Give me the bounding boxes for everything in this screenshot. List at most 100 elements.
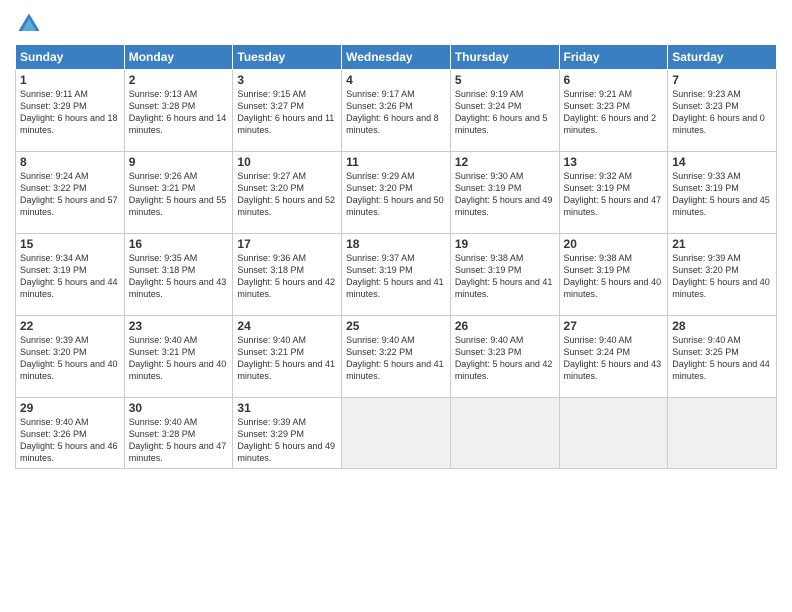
calendar-day-cell: 4Sunrise: 9:17 AM Sunset: 3:26 PM Daylig… (342, 70, 451, 152)
day-number: 14 (672, 155, 772, 169)
calendar-day-cell: 24Sunrise: 9:40 AM Sunset: 3:21 PM Dayli… (233, 316, 342, 398)
calendar-day-cell: 5Sunrise: 9:19 AM Sunset: 3:24 PM Daylig… (450, 70, 559, 152)
day-info: Sunrise: 9:40 AM Sunset: 3:21 PM Dayligh… (129, 334, 229, 383)
day-info: Sunrise: 9:37 AM Sunset: 3:19 PM Dayligh… (346, 252, 446, 301)
day-number: 22 (20, 319, 120, 333)
calendar-day-cell: 1Sunrise: 9:11 AM Sunset: 3:29 PM Daylig… (16, 70, 125, 152)
calendar-day-cell: 2Sunrise: 9:13 AM Sunset: 3:28 PM Daylig… (124, 70, 233, 152)
calendar-day-cell (342, 398, 451, 469)
calendar-day-cell: 30Sunrise: 9:40 AM Sunset: 3:28 PM Dayli… (124, 398, 233, 469)
day-number: 11 (346, 155, 446, 169)
day-info: Sunrise: 9:34 AM Sunset: 3:19 PM Dayligh… (20, 252, 120, 301)
header (15, 10, 777, 38)
day-info: Sunrise: 9:13 AM Sunset: 3:28 PM Dayligh… (129, 88, 229, 137)
day-info: Sunrise: 9:36 AM Sunset: 3:18 PM Dayligh… (237, 252, 337, 301)
day-info: Sunrise: 9:40 AM Sunset: 3:28 PM Dayligh… (129, 416, 229, 465)
calendar-header-row: SundayMondayTuesdayWednesdayThursdayFrid… (16, 45, 777, 70)
day-number: 31 (237, 401, 337, 415)
calendar-week-row: 29Sunrise: 9:40 AM Sunset: 3:26 PM Dayli… (16, 398, 777, 469)
day-number: 2 (129, 73, 229, 87)
day-number: 24 (237, 319, 337, 333)
day-info: Sunrise: 9:33 AM Sunset: 3:19 PM Dayligh… (672, 170, 772, 219)
day-info: Sunrise: 9:40 AM Sunset: 3:25 PM Dayligh… (672, 334, 772, 383)
calendar-day-cell: 14Sunrise: 9:33 AM Sunset: 3:19 PM Dayli… (668, 152, 777, 234)
day-number: 16 (129, 237, 229, 251)
calendar-header-thursday: Thursday (450, 45, 559, 70)
day-info: Sunrise: 9:19 AM Sunset: 3:24 PM Dayligh… (455, 88, 555, 137)
day-info: Sunrise: 9:38 AM Sunset: 3:19 PM Dayligh… (564, 252, 664, 301)
day-number: 12 (455, 155, 555, 169)
day-number: 19 (455, 237, 555, 251)
day-info: Sunrise: 9:11 AM Sunset: 3:29 PM Dayligh… (20, 88, 120, 137)
calendar-day-cell: 18Sunrise: 9:37 AM Sunset: 3:19 PM Dayli… (342, 234, 451, 316)
calendar-day-cell: 25Sunrise: 9:40 AM Sunset: 3:22 PM Dayli… (342, 316, 451, 398)
calendar-day-cell: 9Sunrise: 9:26 AM Sunset: 3:21 PM Daylig… (124, 152, 233, 234)
calendar-day-cell: 21Sunrise: 9:39 AM Sunset: 3:20 PM Dayli… (668, 234, 777, 316)
calendar-day-cell: 31Sunrise: 9:39 AM Sunset: 3:29 PM Dayli… (233, 398, 342, 469)
calendar-day-cell: 11Sunrise: 9:29 AM Sunset: 3:20 PM Dayli… (342, 152, 451, 234)
day-info: Sunrise: 9:23 AM Sunset: 3:23 PM Dayligh… (672, 88, 772, 137)
day-info: Sunrise: 9:40 AM Sunset: 3:24 PM Dayligh… (564, 334, 664, 383)
calendar-day-cell: 13Sunrise: 9:32 AM Sunset: 3:19 PM Dayli… (559, 152, 668, 234)
day-number: 27 (564, 319, 664, 333)
day-number: 15 (20, 237, 120, 251)
calendar-day-cell: 22Sunrise: 9:39 AM Sunset: 3:20 PM Dayli… (16, 316, 125, 398)
calendar-day-cell: 10Sunrise: 9:27 AM Sunset: 3:20 PM Dayli… (233, 152, 342, 234)
calendar-day-cell (450, 398, 559, 469)
calendar-day-cell: 26Sunrise: 9:40 AM Sunset: 3:23 PM Dayli… (450, 316, 559, 398)
day-number: 29 (20, 401, 120, 415)
calendar-week-row: 8Sunrise: 9:24 AM Sunset: 3:22 PM Daylig… (16, 152, 777, 234)
day-info: Sunrise: 9:40 AM Sunset: 3:23 PM Dayligh… (455, 334, 555, 383)
calendar-day-cell: 15Sunrise: 9:34 AM Sunset: 3:19 PM Dayli… (16, 234, 125, 316)
calendar-day-cell (668, 398, 777, 469)
logo-icon (15, 10, 43, 38)
day-info: Sunrise: 9:30 AM Sunset: 3:19 PM Dayligh… (455, 170, 555, 219)
calendar-header-friday: Friday (559, 45, 668, 70)
day-number: 8 (20, 155, 120, 169)
calendar-day-cell: 19Sunrise: 9:38 AM Sunset: 3:19 PM Dayli… (450, 234, 559, 316)
day-info: Sunrise: 9:39 AM Sunset: 3:29 PM Dayligh… (237, 416, 337, 465)
calendar-day-cell: 23Sunrise: 9:40 AM Sunset: 3:21 PM Dayli… (124, 316, 233, 398)
day-number: 4 (346, 73, 446, 87)
calendar-day-cell: 3Sunrise: 9:15 AM Sunset: 3:27 PM Daylig… (233, 70, 342, 152)
calendar-day-cell (559, 398, 668, 469)
calendar-day-cell: 16Sunrise: 9:35 AM Sunset: 3:18 PM Dayli… (124, 234, 233, 316)
calendar-header-saturday: Saturday (668, 45, 777, 70)
day-info: Sunrise: 9:27 AM Sunset: 3:20 PM Dayligh… (237, 170, 337, 219)
day-info: Sunrise: 9:40 AM Sunset: 3:21 PM Dayligh… (237, 334, 337, 383)
calendar-day-cell: 28Sunrise: 9:40 AM Sunset: 3:25 PM Dayli… (668, 316, 777, 398)
day-number: 7 (672, 73, 772, 87)
day-info: Sunrise: 9:21 AM Sunset: 3:23 PM Dayligh… (564, 88, 664, 137)
day-info: Sunrise: 9:24 AM Sunset: 3:22 PM Dayligh… (20, 170, 120, 219)
day-number: 5 (455, 73, 555, 87)
calendar-table: SundayMondayTuesdayWednesdayThursdayFrid… (15, 44, 777, 469)
calendar-header-sunday: Sunday (16, 45, 125, 70)
day-info: Sunrise: 9:17 AM Sunset: 3:26 PM Dayligh… (346, 88, 446, 137)
day-info: Sunrise: 9:40 AM Sunset: 3:22 PM Dayligh… (346, 334, 446, 383)
day-info: Sunrise: 9:29 AM Sunset: 3:20 PM Dayligh… (346, 170, 446, 219)
day-number: 3 (237, 73, 337, 87)
page: SundayMondayTuesdayWednesdayThursdayFrid… (0, 0, 792, 612)
day-number: 17 (237, 237, 337, 251)
day-info: Sunrise: 9:39 AM Sunset: 3:20 PM Dayligh… (20, 334, 120, 383)
day-number: 26 (455, 319, 555, 333)
day-info: Sunrise: 9:39 AM Sunset: 3:20 PM Dayligh… (672, 252, 772, 301)
day-number: 18 (346, 237, 446, 251)
day-number: 25 (346, 319, 446, 333)
day-number: 13 (564, 155, 664, 169)
calendar-week-row: 22Sunrise: 9:39 AM Sunset: 3:20 PM Dayli… (16, 316, 777, 398)
calendar-header-monday: Monday (124, 45, 233, 70)
calendar-header-tuesday: Tuesday (233, 45, 342, 70)
day-info: Sunrise: 9:40 AM Sunset: 3:26 PM Dayligh… (20, 416, 120, 465)
calendar-day-cell: 8Sunrise: 9:24 AM Sunset: 3:22 PM Daylig… (16, 152, 125, 234)
day-info: Sunrise: 9:26 AM Sunset: 3:21 PM Dayligh… (129, 170, 229, 219)
day-number: 10 (237, 155, 337, 169)
logo (15, 10, 47, 38)
day-info: Sunrise: 9:35 AM Sunset: 3:18 PM Dayligh… (129, 252, 229, 301)
calendar-day-cell: 12Sunrise: 9:30 AM Sunset: 3:19 PM Dayli… (450, 152, 559, 234)
calendar-day-cell: 29Sunrise: 9:40 AM Sunset: 3:26 PM Dayli… (16, 398, 125, 469)
calendar-day-cell: 27Sunrise: 9:40 AM Sunset: 3:24 PM Dayli… (559, 316, 668, 398)
calendar-week-row: 15Sunrise: 9:34 AM Sunset: 3:19 PM Dayli… (16, 234, 777, 316)
calendar-day-cell: 17Sunrise: 9:36 AM Sunset: 3:18 PM Dayli… (233, 234, 342, 316)
calendar-day-cell: 6Sunrise: 9:21 AM Sunset: 3:23 PM Daylig… (559, 70, 668, 152)
